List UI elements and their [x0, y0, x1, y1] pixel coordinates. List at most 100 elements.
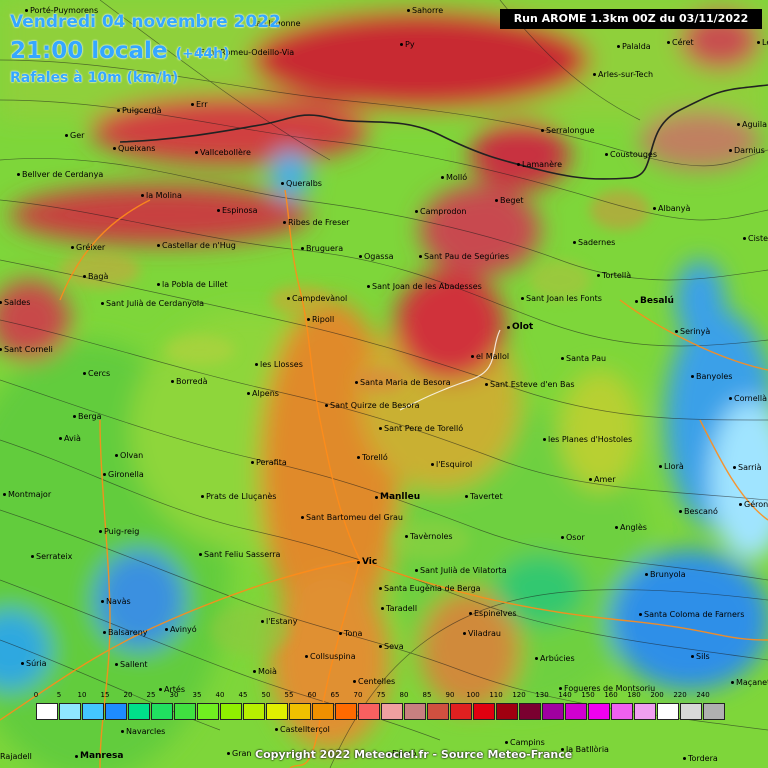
town-marker [355, 381, 358, 384]
legend-label: 25 [146, 691, 156, 699]
town-label: Sant Pere de Torelló [384, 424, 464, 433]
town-label: Espinelves [474, 609, 517, 618]
town-marker [115, 663, 118, 666]
town-marker [157, 283, 160, 286]
town-label: Queixans [118, 144, 156, 153]
town-label: Puigcerdà [122, 106, 162, 115]
town-marker [463, 632, 466, 635]
town-label: Sant Bartomeu del Grau [306, 513, 403, 522]
town-label: Serralongue [546, 126, 595, 135]
town-marker [379, 427, 382, 430]
legend-label: 130 [535, 691, 549, 699]
town-label: Sils [696, 652, 710, 661]
town-marker [253, 670, 256, 673]
town-marker [573, 241, 576, 244]
local-time-value: 21:00 locale [10, 38, 168, 64]
town-marker [101, 302, 104, 305]
town-marker [157, 244, 160, 247]
town-label: Sant Esteve d'en Bas [490, 380, 575, 389]
town-marker [171, 380, 174, 383]
town-label: Bescanó [684, 507, 718, 516]
town-label: Castellterçol [280, 725, 330, 734]
town-label: Bruguera [306, 244, 344, 253]
town-marker [543, 438, 546, 441]
town-marker [731, 681, 734, 684]
legend-label: 45 [238, 691, 248, 699]
town-marker [469, 612, 472, 615]
town-label: Manlleu [380, 492, 421, 502]
town-label: la Pobla de Lillet [162, 280, 228, 289]
town-marker [217, 209, 220, 212]
town-label: Perafita [256, 458, 287, 467]
town-marker [255, 363, 258, 366]
town-label: Viladrau [468, 629, 501, 638]
town-label: Sant Corneli [4, 345, 53, 354]
town-label: Ribes de Freser [288, 218, 350, 227]
town-label: Santa Maria de Besora [360, 378, 451, 387]
town-marker [541, 129, 544, 132]
legend-label: 20 [123, 691, 133, 699]
town-marker [729, 149, 732, 152]
legend-label: 220 [673, 691, 687, 699]
legend-label: 0 [33, 691, 39, 699]
town-marker [639, 613, 642, 616]
lead-time: (+44h) [175, 46, 230, 62]
legend-swatch [59, 703, 81, 720]
town-label: Castellar de n'Hug [162, 241, 236, 250]
town-marker [471, 355, 474, 358]
town-marker [99, 530, 102, 533]
legend-swatch [197, 703, 219, 720]
town-marker [593, 73, 596, 76]
town-marker [729, 397, 732, 400]
legend-swatch [588, 703, 610, 720]
town-label: Anglès [620, 523, 647, 532]
town-marker [251, 461, 254, 464]
town-marker [431, 463, 434, 466]
legend-label: 10 [77, 691, 87, 699]
legend-swatch [289, 703, 311, 720]
town-marker [281, 182, 284, 185]
town-label: Torelló [362, 453, 388, 462]
town-marker [353, 680, 356, 683]
town-label: Gran [232, 749, 252, 758]
town-marker [247, 392, 250, 395]
town-marker [691, 655, 694, 658]
town-label: Sant Julià de Vilatorta [420, 566, 507, 575]
legend-swatch [36, 703, 58, 720]
town-label: Sant Joan les Fonts [526, 294, 602, 303]
town-label: Serinyà [680, 327, 711, 336]
town-label: Avià [64, 434, 81, 443]
town-marker [507, 326, 510, 329]
town-label: Moià [258, 667, 277, 676]
town-label: l'Estany [266, 617, 298, 626]
town-marker [605, 153, 608, 156]
town-label: Ciste [748, 234, 768, 243]
legend-swatch [381, 703, 403, 720]
town-label: Taradell [386, 604, 418, 613]
copyright: Copyright 2022 Meteociel.fr - Source Met… [255, 748, 573, 761]
town-label: Aguila [742, 120, 767, 129]
town-marker [485, 383, 488, 386]
town-marker [635, 300, 638, 303]
town-label: Alpens [252, 389, 279, 398]
town-label: l'Esquirol [436, 460, 473, 469]
town-label: Campins [510, 738, 545, 747]
town-marker [521, 297, 524, 300]
town-label: el Mallol [476, 352, 510, 361]
town-marker [227, 752, 230, 755]
legend-label: 150 [581, 691, 595, 699]
town-marker [381, 607, 384, 610]
town-marker [379, 645, 382, 648]
town-label: Céret [672, 38, 694, 47]
date-label: Vendredi 04 novembre 2022 [10, 12, 281, 32]
town-label: Sant Joan de les Abadesses [372, 282, 482, 291]
legend-swatch [496, 703, 518, 720]
town-marker [561, 536, 564, 539]
legend-label: 75 [376, 691, 386, 699]
town-marker [407, 9, 410, 12]
town-label: Py [405, 40, 415, 49]
town-label: Borredà [176, 377, 208, 386]
town-marker [375, 496, 378, 499]
town-marker [75, 755, 78, 758]
town-label: Gréixer [76, 243, 106, 252]
